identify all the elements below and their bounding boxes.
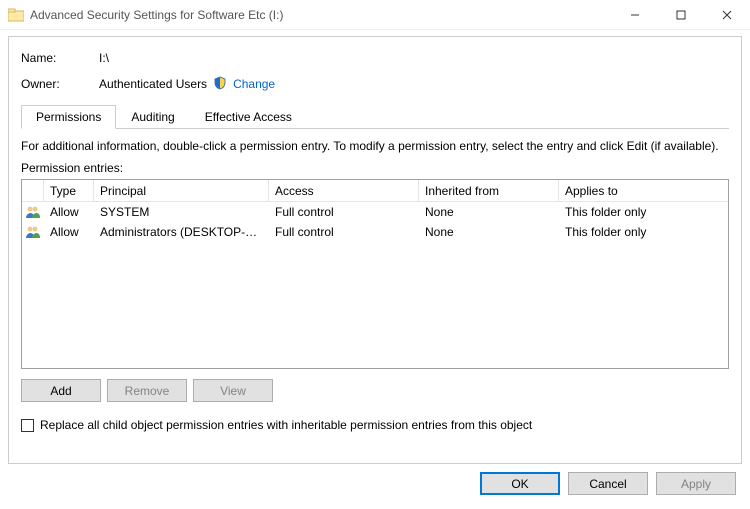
ok-button[interactable]: OK [480,472,560,495]
col-principal[interactable]: Principal [94,180,269,202]
name-value: I:\ [99,51,109,65]
content-frame: Name: I:\ Owner: Authenticated Users Cha… [8,36,742,464]
close-button[interactable] [704,0,750,30]
replace-children-label: Replace all child object permission entr… [40,418,532,432]
replace-children-checkbox[interactable] [21,419,34,432]
table-row[interactable]: Allow SYSTEM Full control None This fold… [22,202,728,222]
col-type[interactable]: Type [44,180,94,202]
info-text: For additional information, double-click… [21,139,729,153]
tab-auditing[interactable]: Auditing [116,105,189,129]
col-applies[interactable]: Applies to [559,180,728,202]
users-icon [22,225,44,239]
col-inherited[interactable]: Inherited from [419,180,559,202]
apply-button[interactable]: Apply [656,472,736,495]
tab-permissions[interactable]: Permissions [21,105,116,129]
minimize-button[interactable] [612,0,658,30]
entries-label: Permission entries: [21,161,729,175]
owner-label: Owner: [21,77,99,91]
tab-effective-access[interactable]: Effective Access [190,105,307,129]
maximize-button[interactable] [658,0,704,30]
add-button[interactable]: Add [21,379,101,402]
table-row[interactable]: Allow Administrators (DESKTOP-E1R... Ful… [22,222,728,242]
users-icon [22,205,44,219]
cancel-button[interactable]: Cancel [568,472,648,495]
permission-table: Type Principal Access Inherited from App… [21,179,729,369]
tabs: Permissions Auditing Effective Access [21,105,729,129]
owner-value: Authenticated Users [99,77,207,91]
name-label: Name: [21,51,99,65]
col-access[interactable]: Access [269,180,419,202]
title-bar: Advanced Security Settings for Software … [0,0,750,30]
folder-icon [8,7,24,23]
remove-button[interactable]: Remove [107,379,187,402]
dialog-footer: OK Cancel Apply [0,464,750,495]
change-owner-link[interactable]: Change [233,77,275,91]
window-title: Advanced Security Settings for Software … [30,8,612,22]
view-button[interactable]: View [193,379,273,402]
shield-icon [213,76,227,93]
